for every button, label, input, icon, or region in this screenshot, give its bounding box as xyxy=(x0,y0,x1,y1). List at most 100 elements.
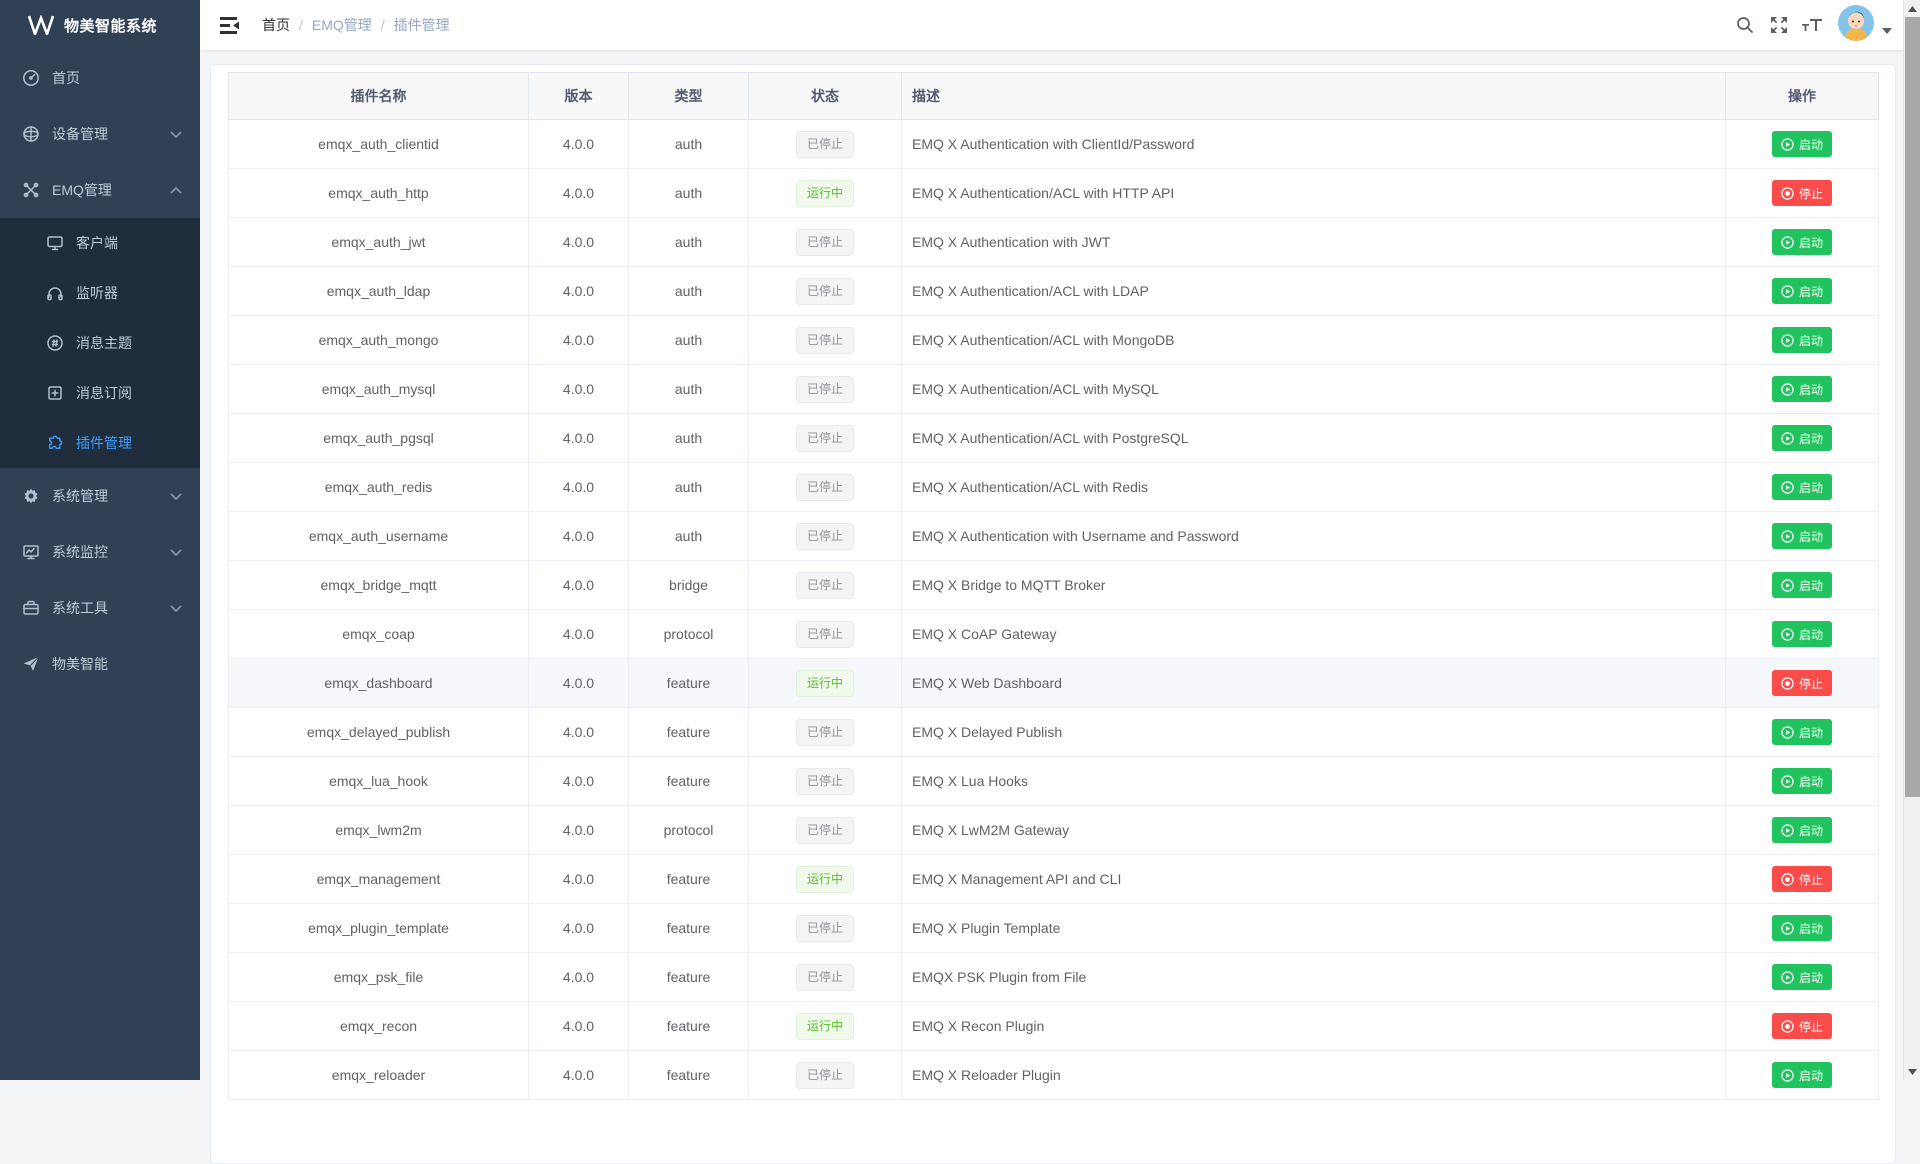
play-circle-icon xyxy=(1781,285,1794,298)
sidebar-item-clients[interactable]: 客户端 xyxy=(0,218,200,268)
topic-hash-icon xyxy=(46,334,64,352)
plugin-version-cell: 4.0.0 xyxy=(529,806,629,855)
sidebar-item-label: 物美智能 xyxy=(52,654,182,674)
sidebar-item-wumei[interactable]: 物美智能 xyxy=(0,636,200,692)
sidebar-item-system-tools[interactable]: 系统工具 xyxy=(0,580,200,636)
plugin-action-cell: 停止 xyxy=(1726,169,1879,218)
table-row: emqx_bridge_mqtt 4.0.0 bridge 已停止 EMQ X … xyxy=(229,561,1879,610)
send-plane-icon xyxy=(22,655,40,673)
sidebar-item-label: 监听器 xyxy=(76,283,182,303)
client-monitor-icon xyxy=(46,234,64,252)
plugin-action-cell: 启动 xyxy=(1726,316,1879,365)
plugin-action-cell: 启动 xyxy=(1726,365,1879,414)
scroll-up-arrow-icon[interactable] xyxy=(1904,0,1920,17)
avatar[interactable] xyxy=(1838,5,1874,46)
sidebar-item-subscriptions[interactable]: 消息订阅 xyxy=(0,368,200,418)
sidebar-item-topics[interactable]: 消息主题 xyxy=(0,318,200,368)
plugin-action-button[interactable]: 启动 xyxy=(1772,964,1832,990)
font-size-icon[interactable] xyxy=(1796,0,1830,50)
breadcrumb-home[interactable]: 首页 xyxy=(262,15,290,35)
plugin-action-button[interactable]: 启动 xyxy=(1772,817,1832,843)
plugin-desc-cell: EMQ X Authentication/ACL with Redis xyxy=(902,463,1726,512)
plugin-action-cell: 启动 xyxy=(1726,561,1879,610)
fullscreen-icon[interactable] xyxy=(1762,0,1796,50)
plugin-action-button[interactable]: 启动 xyxy=(1772,719,1832,745)
plugin-name-cell: emqx_auth_username xyxy=(229,512,529,561)
plugin-type-cell: protocol xyxy=(629,610,749,659)
headphones-icon xyxy=(46,284,64,302)
play-circle-icon xyxy=(1781,726,1794,739)
plugin-action-cell: 停止 xyxy=(1726,855,1879,904)
app-logo[interactable]: 物美智能系统 xyxy=(0,0,200,50)
vertical-scrollbar[interactable] xyxy=(1903,0,1920,1080)
plugin-type-cell: auth xyxy=(629,414,749,463)
sidebar-item-devices[interactable]: 设备管理 xyxy=(0,106,200,162)
app-title: 物美智能系统 xyxy=(64,15,157,36)
device-globe-icon xyxy=(22,125,40,143)
scroll-down-arrow-icon[interactable] xyxy=(1904,1063,1920,1080)
play-circle-icon xyxy=(1781,775,1794,788)
plugin-action-button[interactable]: 停止 xyxy=(1772,866,1832,892)
plugin-action-button[interactable]: 启动 xyxy=(1772,768,1832,794)
plugin-action-button[interactable]: 停止 xyxy=(1772,1013,1832,1039)
search-icon[interactable] xyxy=(1728,0,1762,50)
column-header-type: 类型 xyxy=(629,73,749,120)
plugin-action-button[interactable]: 启动 xyxy=(1772,229,1832,255)
plugin-version-cell: 4.0.0 xyxy=(529,1002,629,1051)
table-row: emqx_delayed_publish 4.0.0 feature 已停止 E… xyxy=(229,708,1879,757)
plugin-action-button[interactable]: 停止 xyxy=(1772,180,1832,206)
plugin-action-button[interactable]: 启动 xyxy=(1772,474,1832,500)
plugin-action-button[interactable]: 启动 xyxy=(1772,376,1832,402)
play-circle-icon xyxy=(1781,432,1794,445)
logo-icon xyxy=(28,15,54,35)
plugin-status-cell: 已停止 xyxy=(749,904,902,953)
plugin-action-button[interactable]: 启动 xyxy=(1772,1062,1832,1088)
plugin-name-cell: emqx_auth_mysql xyxy=(229,365,529,414)
sidebar-item-emq[interactable]: EMQ管理 xyxy=(0,162,200,218)
plugin-action-button[interactable]: 启动 xyxy=(1772,131,1832,157)
plugin-status-cell: 运行中 xyxy=(749,659,902,708)
plugin-status-cell: 已停止 xyxy=(749,512,902,561)
plugin-action-button[interactable]: 启动 xyxy=(1772,621,1832,647)
plugin-action-button[interactable]: 启动 xyxy=(1772,915,1832,941)
plugin-action-cell: 启动 xyxy=(1726,120,1879,169)
plugin-status-cell: 已停止 xyxy=(749,463,902,512)
plugin-action-button[interactable]: 启动 xyxy=(1772,572,1832,598)
caret-down-icon[interactable] xyxy=(1882,21,1892,39)
action-button-label: 启动 xyxy=(1799,822,1823,839)
plugin-version-cell: 4.0.0 xyxy=(529,512,629,561)
table-row: emqx_auth_mysql 4.0.0 auth 已停止 EMQ X Aut… xyxy=(229,365,1879,414)
plugin-name-cell: emqx_dashboard xyxy=(229,659,529,708)
sidebar-toggle-button[interactable] xyxy=(212,9,248,41)
action-button-label: 启动 xyxy=(1799,577,1823,594)
sidebar-item-home[interactable]: 首页 xyxy=(0,50,200,106)
plugin-action-cell: 启动 xyxy=(1726,953,1879,1002)
plugin-name-cell: emqx_delayed_publish xyxy=(229,708,529,757)
plugin-status-cell: 已停止 xyxy=(749,120,902,169)
emq-node-icon xyxy=(22,181,40,199)
plugin-action-button[interactable]: 启动 xyxy=(1772,327,1832,353)
plugin-status-cell: 已停止 xyxy=(749,218,902,267)
plugin-action-button[interactable]: 启动 xyxy=(1772,523,1832,549)
plugin-name-cell: emqx_management xyxy=(229,855,529,904)
sidebar-item-listeners[interactable]: 监听器 xyxy=(0,268,200,318)
action-button-label: 停止 xyxy=(1799,1018,1823,1035)
plugin-name-cell: emqx_lua_hook xyxy=(229,757,529,806)
table-row: emqx_auth_clientid 4.0.0 auth 已停止 EMQ X … xyxy=(229,120,1879,169)
plugin-version-cell: 4.0.0 xyxy=(529,414,629,463)
plugin-table-card: 插件名称 版本 类型 状态 描述 操作 emqx_auth_clientid 4… xyxy=(210,64,1896,1164)
user-menu[interactable] xyxy=(1838,5,1892,46)
plugin-action-cell: 启动 xyxy=(1726,708,1879,757)
plugin-name-cell: emqx_bridge_mqtt xyxy=(229,561,529,610)
plugin-action-button[interactable]: 停止 xyxy=(1772,670,1832,696)
scrollbar-thumb[interactable] xyxy=(1905,17,1920,797)
sidebar-item-system-monitor[interactable]: 系统监控 xyxy=(0,524,200,580)
plugin-action-button[interactable]: 启动 xyxy=(1772,278,1832,304)
sidebar-item-system-admin[interactable]: 系统管理 xyxy=(0,468,200,524)
sidebar-item-label: 设备管理 xyxy=(52,124,170,144)
plugin-status-cell: 运行中 xyxy=(749,1002,902,1051)
sidebar-item-plugins[interactable]: 插件管理 xyxy=(0,418,200,468)
plugin-action-cell: 启动 xyxy=(1726,610,1879,659)
chevron-up-icon xyxy=(170,187,182,194)
plugin-action-button[interactable]: 启动 xyxy=(1772,425,1832,451)
